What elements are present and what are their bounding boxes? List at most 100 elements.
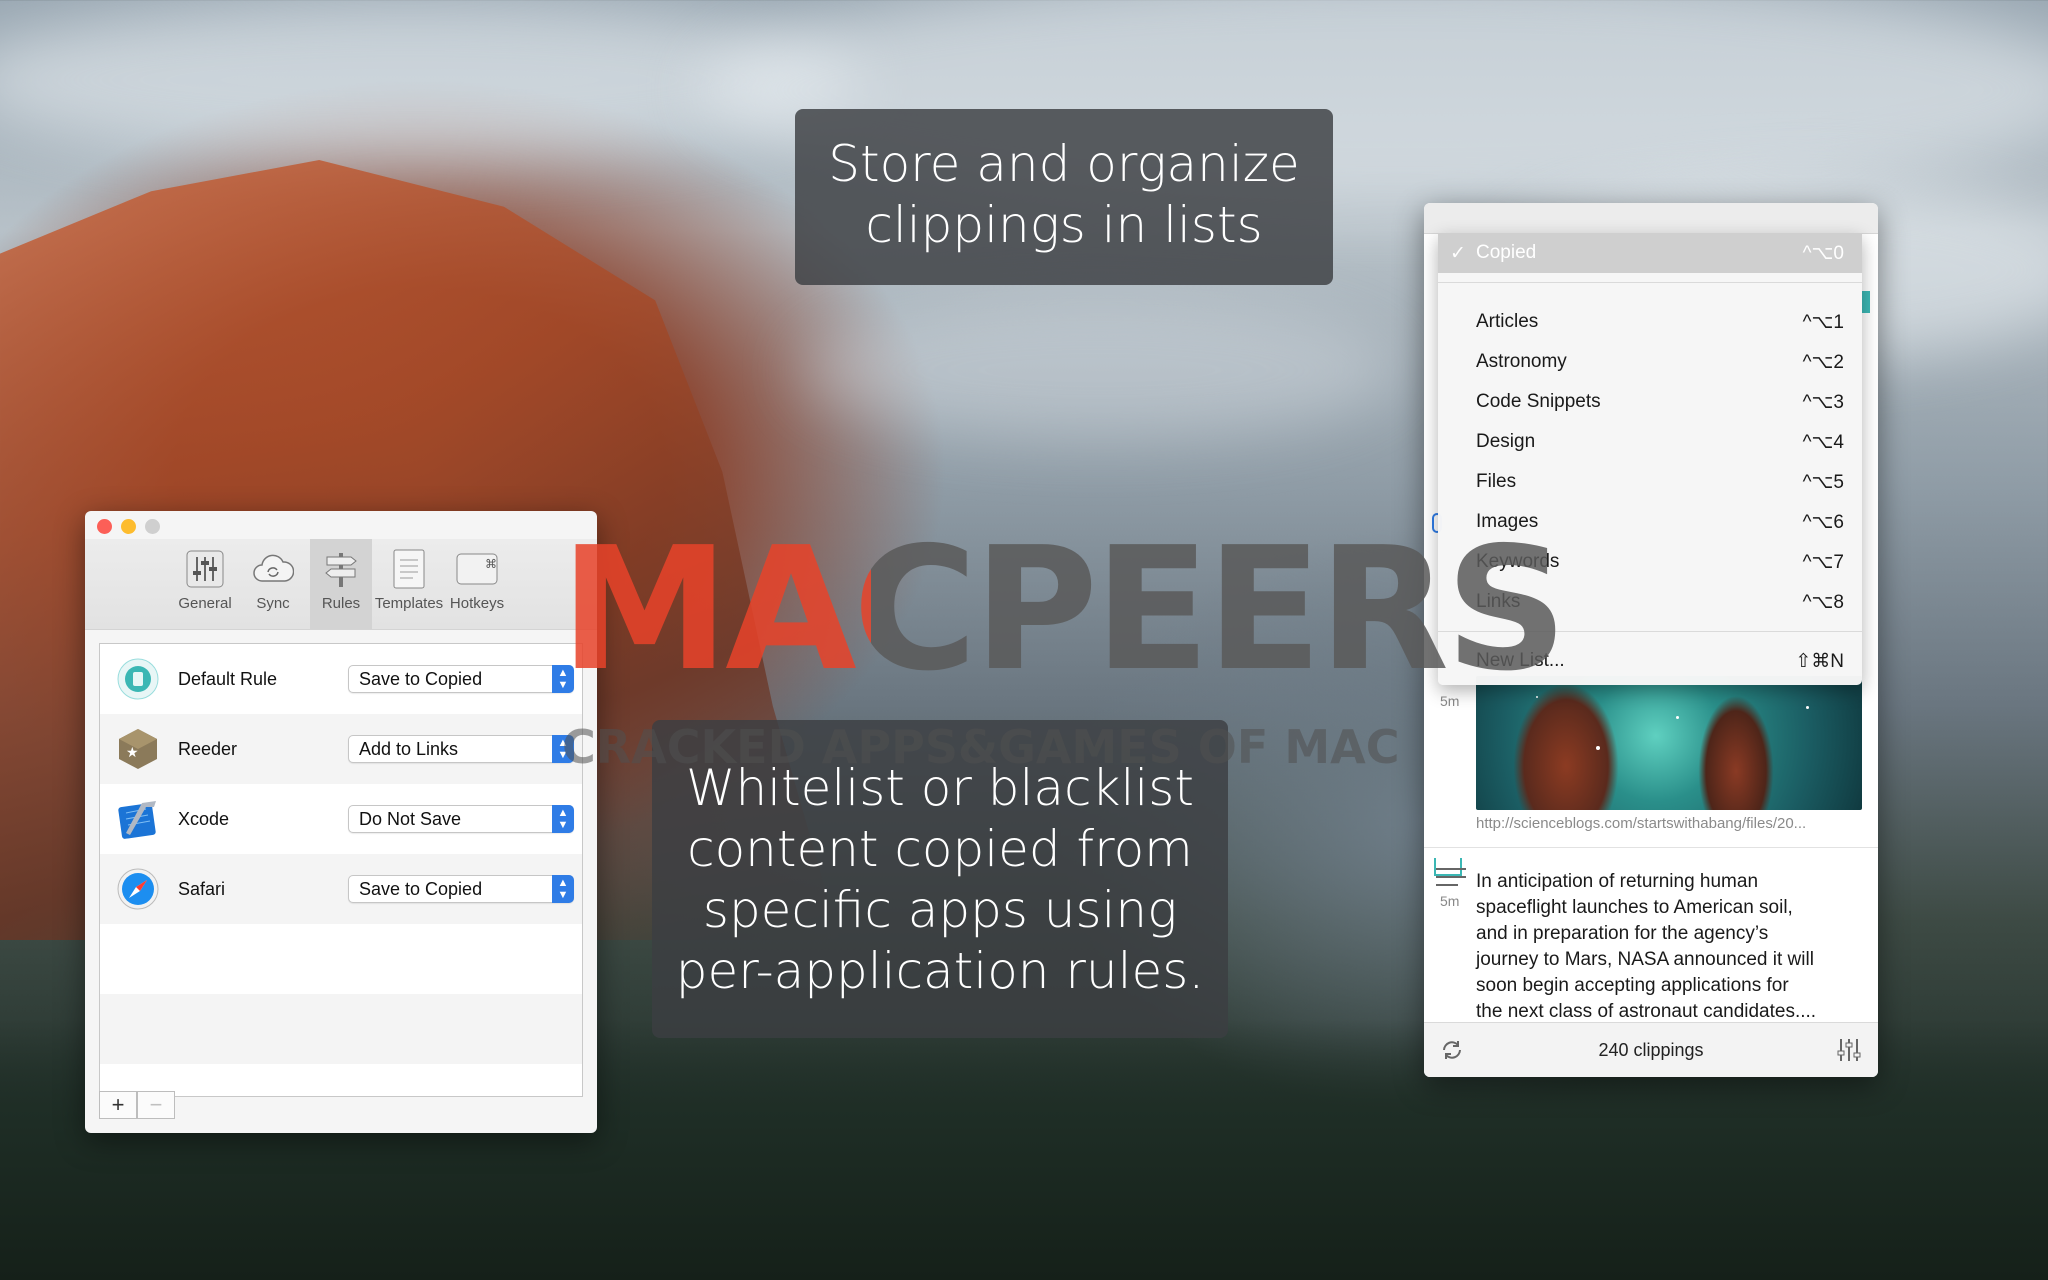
signpost-icon xyxy=(319,547,363,591)
command-key-icon: ⌘ xyxy=(455,547,499,591)
clip-text-line: and in preparation for the agency’s xyxy=(1476,923,1769,944)
empty-row xyxy=(100,924,582,994)
menu-item-shortcut: ^⌥2 xyxy=(1802,351,1844,373)
menu-item-label: Copied xyxy=(1476,242,1537,263)
menu-item-shortcut: ⇧⌘N xyxy=(1795,650,1844,672)
popup-arrows-icon: ▲ ▼ xyxy=(552,805,574,833)
feature-banner-top: Store and organize clippings in lists xyxy=(795,109,1333,285)
menu-item-shortcut: ^⌥3 xyxy=(1802,391,1844,413)
menu-item-shortcut: ^⌥8 xyxy=(1802,591,1844,613)
svg-text:⌘: ⌘ xyxy=(485,557,497,571)
tab-general[interactable]: General xyxy=(174,539,236,629)
sliders-icon xyxy=(183,547,227,591)
add-rule-button[interactable]: + xyxy=(99,1091,137,1119)
preferences-toolbar: General Sync Rules Templates ⌘ Hotkeys xyxy=(85,539,597,630)
settings-sliders-icon[interactable] xyxy=(1836,1037,1862,1063)
rule-action-popup[interactable]: Do Not Save ▲ ▼ xyxy=(348,805,574,833)
menu-item-copied[interactable]: ✓ Copied ^⌥0 xyxy=(1438,233,1862,273)
banner-line: per-application rules. xyxy=(675,942,1205,1000)
tab-rules[interactable]: Rules xyxy=(310,539,372,629)
banner-line: Whitelist or blacklist xyxy=(686,759,1194,817)
clip-text-line: spaceflight launches to American soil, xyxy=(1476,897,1793,918)
tab-sync[interactable]: Sync xyxy=(242,539,304,629)
empty-row xyxy=(100,994,582,1064)
remove-rule-button[interactable]: − xyxy=(137,1091,175,1119)
rule-action-popup[interactable]: Add to Links ▲ ▼ xyxy=(348,735,574,763)
menu-item-design[interactable]: Design ^⌥4 xyxy=(1438,422,1862,462)
popup-arrows-icon: ▲ ▼ xyxy=(552,665,574,693)
svg-text:★: ★ xyxy=(126,745,139,761)
menu-item-label: Links xyxy=(1476,591,1521,612)
rule-action-popup[interactable]: Save to Copied ▲ ▼ xyxy=(348,665,574,693)
rule-app-name: Reeder xyxy=(178,738,238,759)
preferences-window: General Sync Rules Templates ⌘ Hotkeys D… xyxy=(85,511,597,1133)
popup-arrows-icon: ▲ ▼ xyxy=(552,875,574,903)
list-accent-tab xyxy=(1862,291,1870,313)
feature-banner-middle: Whitelist or blacklist content copied fr… xyxy=(652,720,1228,1038)
menu-item-links[interactable]: Links ^⌥8 xyxy=(1438,582,1862,622)
menu-item-label: Code Snippets xyxy=(1476,391,1601,412)
banner-line: clippings in lists xyxy=(865,196,1263,254)
rule-action-popup[interactable]: Save to Copied ▲ ▼ xyxy=(348,875,574,903)
menu-item-images[interactable]: Images ^⌥6 xyxy=(1438,502,1862,542)
menu-item-files[interactable]: Files ^⌥5 xyxy=(1438,462,1862,502)
menu-item-label: Design xyxy=(1476,431,1536,452)
tab-label: General xyxy=(178,595,232,612)
tab-label: Templates xyxy=(374,595,444,612)
titlebar xyxy=(1424,203,1878,234)
rule-action-value: Save to Copied xyxy=(359,668,483,689)
clip-age: 5m xyxy=(1440,693,1460,709)
clip-text-line: In anticipation of returning human xyxy=(1476,871,1759,892)
rule-row[interactable]: Safari Save to Copied ▲ ▼ xyxy=(100,854,582,924)
clip-age: 5m xyxy=(1440,893,1460,909)
menu-separator xyxy=(1438,631,1862,632)
copied-footer: 240 clippings xyxy=(1424,1022,1878,1077)
tab-hotkeys[interactable]: ⌘ Hotkeys xyxy=(446,539,508,629)
menu-item-keywords[interactable]: Keywords ^⌥7 xyxy=(1438,542,1862,582)
rule-row[interactable]: Xcode Do Not Save ▲ ▼ xyxy=(100,784,582,854)
menu-item-shortcut: ^⌥5 xyxy=(1802,471,1844,493)
safari-icon xyxy=(117,868,159,910)
clipping-item-text[interactable]: 5m In anticipation of returning human sp… xyxy=(1424,859,1878,1022)
rule-row[interactable]: ★ Reeder Add to Links ▲ ▼ xyxy=(100,714,582,784)
clipping-count: 240 clippings xyxy=(1598,1039,1704,1060)
menu-item-shortcut: ^⌥4 xyxy=(1802,431,1844,453)
zoom-button[interactable] xyxy=(145,519,160,534)
divider xyxy=(1424,847,1878,848)
refresh-icon[interactable] xyxy=(1440,1038,1464,1062)
menu-item-label: Images xyxy=(1476,511,1539,532)
text-lines-icon xyxy=(1436,868,1466,886)
menu-item-label: New List... xyxy=(1476,650,1565,671)
document-icon xyxy=(387,547,431,591)
add-remove-controls: + − xyxy=(99,1091,175,1119)
nebula-thumbnail xyxy=(1476,676,1862,810)
rule-app-name: Xcode xyxy=(178,808,230,829)
menu-item-shortcut: ^⌥6 xyxy=(1802,511,1844,533)
menu-item-new-list[interactable]: New List... ⇧⌘N xyxy=(1438,641,1862,681)
menu-item-shortcut: ^⌥1 xyxy=(1802,311,1844,333)
rule-action-value: Add to Links xyxy=(359,738,459,759)
banner-line: Store and organize xyxy=(828,135,1300,193)
menu-item-code-snippets[interactable]: Code Snippets ^⌥3 xyxy=(1438,382,1862,422)
tab-label: Hotkeys xyxy=(449,595,505,612)
tab-templates[interactable]: Templates xyxy=(374,539,444,629)
copied-window: 5m http://scienceblogs.com/startswithaba… xyxy=(1424,203,1878,1077)
clip-text-line: journey to Mars, NASA announced it will xyxy=(1476,949,1814,970)
menu-item-shortcut: ^⌥7 xyxy=(1802,551,1844,573)
checkmark-icon: ✓ xyxy=(1450,242,1466,264)
tab-label: Sync xyxy=(256,595,290,612)
popup-arrows-icon: ▲ ▼ xyxy=(552,735,574,763)
close-button[interactable] xyxy=(97,519,112,534)
rule-app-name: Safari xyxy=(178,878,226,899)
menu-item-articles[interactable]: Articles ^⌥1 xyxy=(1438,302,1862,342)
reeder-icon: ★ xyxy=(119,729,157,769)
menu-item-astronomy[interactable]: Astronomy ^⌥2 xyxy=(1438,342,1862,382)
clip-text: In anticipation of returning human space… xyxy=(1476,869,1868,1025)
rule-app-name: Default Rule xyxy=(178,668,278,689)
rule-row[interactable]: Default Rule Save to Copied ▲ ▼ xyxy=(100,644,582,714)
menu-item-label: Files xyxy=(1476,471,1517,492)
list-selector-menu: ✓ Copied ^⌥0 Articles ^⌥1 Astronomy ^⌥2 … xyxy=(1438,233,1862,685)
clip-url: http://scienceblogs.com/startswithabang/… xyxy=(1476,815,1807,832)
minimize-button[interactable] xyxy=(121,519,136,534)
tab-label: Rules xyxy=(321,595,361,612)
